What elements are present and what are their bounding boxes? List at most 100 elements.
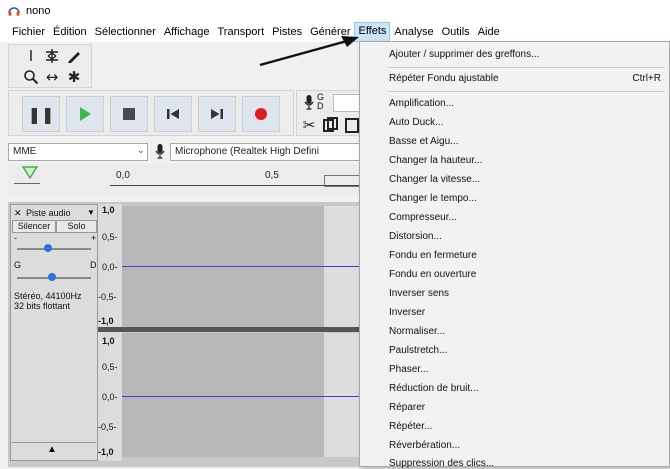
tools-toolbar: I ↔ ✱ [8, 44, 92, 88]
track-control-panel: ✕ Piste audio ▼ Silencer Solo - + G D St… [10, 204, 98, 461]
annotation-arrow-icon [259, 36, 359, 67]
play-icon [80, 107, 91, 121]
draw-tool-icon[interactable] [64, 46, 84, 66]
skip-end-button[interactable] [198, 96, 236, 132]
copy-icon[interactable] [323, 117, 339, 133]
scale-top-neg-0-5: -0,5- [98, 292, 117, 302]
close-track-icon[interactable]: ✕ [14, 208, 22, 219]
menu-item-phaser[interactable]: Phaser... [389, 364, 428, 375]
menu-aide[interactable]: Aide [474, 23, 504, 41]
window-title: nono [26, 5, 51, 17]
scale-top-neg-1: -1,0 [98, 316, 114, 326]
menu-item-reverse[interactable]: Inverser sens [389, 288, 449, 299]
envelope-tool-icon[interactable] [42, 46, 62, 66]
record-button[interactable] [242, 96, 280, 132]
vertical-ruler: 1,0 0,5- 0,0- -0,5- -1,0 1,0 0,5- 0,0- -… [98, 204, 122, 461]
pan-slider-thumb[interactable] [48, 273, 56, 281]
menu-item-change-tempo[interactable]: Changer le tempo... [389, 193, 477, 204]
mute-button[interactable]: Silencer [12, 220, 56, 233]
timeline-label-0: 0,0 [116, 170, 130, 181]
gain-slider-track [17, 248, 91, 250]
waveform-centerline-right [122, 396, 360, 397]
menu-item-bass-treble[interactable]: Basse et Aigu... [389, 136, 459, 147]
pan-right-label: D [90, 260, 97, 270]
selection-tool-icon[interactable]: I [21, 46, 41, 66]
title-bar: nono [0, 0, 670, 22]
menu-item-click-removal[interactable]: Suppression des clics... [389, 458, 494, 469]
menu-item-change-pitch[interactable]: Changer la hauteur... [389, 155, 482, 166]
menu-affichage[interactable]: Affichage [160, 23, 214, 41]
record-icon [255, 108, 267, 120]
scale-top-0-5: 0,5- [102, 232, 118, 242]
menu-item-distortion[interactable]: Distorsion... [389, 231, 442, 242]
collapse-track-button[interactable]: ▲ [12, 442, 96, 459]
stop-icon [123, 108, 135, 120]
stop-button[interactable] [110, 96, 148, 132]
solo-button[interactable]: Solo [56, 220, 97, 233]
menu-item-change-speed[interactable]: Changer la vitesse... [389, 174, 480, 185]
ruler-baseline [110, 185, 360, 186]
transport-toolbar: ❚❚ [8, 90, 294, 136]
menu-item-noise-reduction[interactable]: Réduction de bruit... [389, 383, 479, 394]
timeline-ruler[interactable]: 0,0 0,5 [8, 164, 361, 194]
zoom-tool-icon[interactable] [21, 67, 41, 87]
microphone-icon [155, 144, 165, 159]
menu-item-normalize[interactable]: Normaliser... [389, 326, 445, 337]
menu-item-repair[interactable]: Réparer [389, 402, 425, 413]
waveform-right-channel[interactable] [122, 333, 324, 457]
pan-left-label: G [14, 260, 22, 270]
effects-menu: Ajouter / supprimer des greffons... Répé… [359, 41, 670, 469]
menu-edition[interactable]: Édition [49, 23, 91, 41]
input-device-select[interactable]: Microphone (Realtek High Defini [170, 143, 360, 161]
track-menu-icon[interactable]: ▼ [87, 208, 95, 217]
audacity-headphones-icon [8, 7, 20, 16]
pause-icon: ❚❚ [27, 104, 55, 124]
chevron-down-icon: ⌄ [137, 145, 145, 155]
menu-item-amplification[interactable]: Amplification... [389, 98, 454, 109]
track-name[interactable]: Piste audio [26, 208, 71, 218]
menu-item-auto-duck[interactable]: Auto Duck... [389, 117, 443, 128]
collapse-arrow-icon: ▲ [47, 444, 57, 455]
record-meter[interactable] [333, 94, 361, 112]
menu-item-paulstretch[interactable]: Paulstretch... [389, 345, 447, 356]
cut-icon[interactable]: ✂ [299, 115, 319, 135]
scale-top-0: 0,0- [102, 262, 118, 272]
track-bit-depth: 32 bits flottant [14, 301, 71, 311]
menu-selectionner[interactable]: Sélectionner [91, 23, 160, 41]
scale-top-1: 1,0 [102, 205, 115, 215]
paste-icon[interactable] [345, 117, 359, 133]
audio-host-select[interactable]: MME [8, 143, 148, 161]
menu-fichier[interactable]: Fichier [8, 23, 49, 41]
meter-right-label: D [317, 101, 324, 111]
menu-separator [388, 67, 665, 68]
gain-plus-label: + [91, 233, 97, 243]
menu-item-reverb[interactable]: Réverbération... [389, 440, 460, 451]
timeshift-tool-icon[interactable]: ↔ [42, 67, 62, 87]
timeline-label-0-5: 0,5 [265, 170, 279, 181]
pause-button[interactable]: ❚❚ [22, 96, 60, 132]
menu-item-repeat-fade[interactable]: Répéter Fondu ajustable [389, 73, 499, 84]
timeline-options-icon[interactable] [22, 166, 38, 180]
menu-item-invert[interactable]: Inverser [389, 307, 425, 318]
menu-outils[interactable]: Outils [438, 23, 474, 41]
menu-item-compressor[interactable]: Compresseur... [389, 212, 457, 223]
scale-bottom-0: 0,0- [102, 392, 118, 402]
multi-tool-icon[interactable]: ✱ [64, 67, 84, 87]
microphone-icon[interactable] [303, 94, 315, 110]
play-button[interactable] [66, 96, 104, 132]
scale-bottom-0-5: 0,5- [102, 362, 118, 372]
gain-slider-thumb[interactable] [44, 244, 52, 252]
menu-item-fade-out[interactable]: Fondu en fermeture [389, 250, 477, 261]
menu-item-fade-in[interactable]: Fondu en ouverture [389, 269, 476, 280]
scale-bottom-neg-0-5: -0,5- [98, 422, 117, 432]
playhead-region [324, 175, 361, 187]
skip-start-icon [167, 109, 179, 119]
scale-bottom-neg-1: -1,0 [98, 447, 114, 457]
skip-start-button[interactable] [154, 96, 192, 132]
menu-item-add-remove-plugins[interactable]: Ajouter / supprimer des greffons... [389, 49, 539, 60]
menu-item-repeat[interactable]: Répéter... [389, 421, 432, 432]
input-device-value: Microphone (Realtek High Defini [175, 146, 319, 157]
scale-bottom-1: 1,0 [102, 336, 115, 346]
menu-analyse[interactable]: Analyse [390, 23, 437, 41]
timeline-ruler-line [14, 183, 40, 184]
